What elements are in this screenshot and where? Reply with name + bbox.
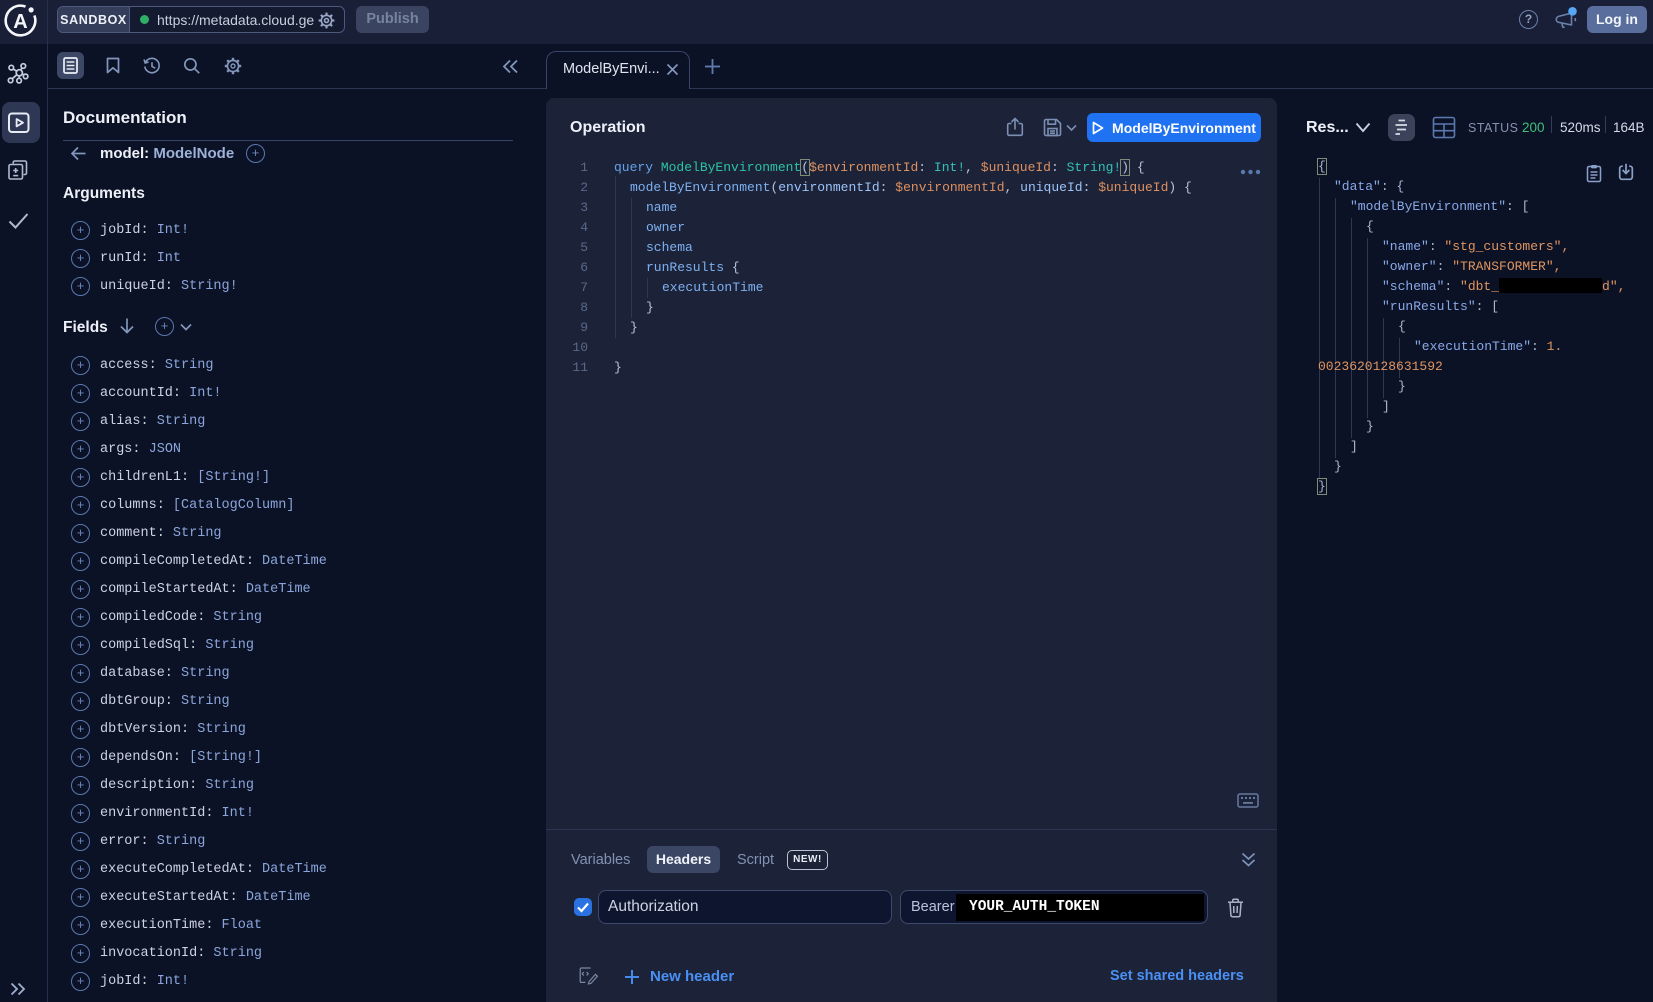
svg-text:A: A bbox=[13, 11, 27, 33]
